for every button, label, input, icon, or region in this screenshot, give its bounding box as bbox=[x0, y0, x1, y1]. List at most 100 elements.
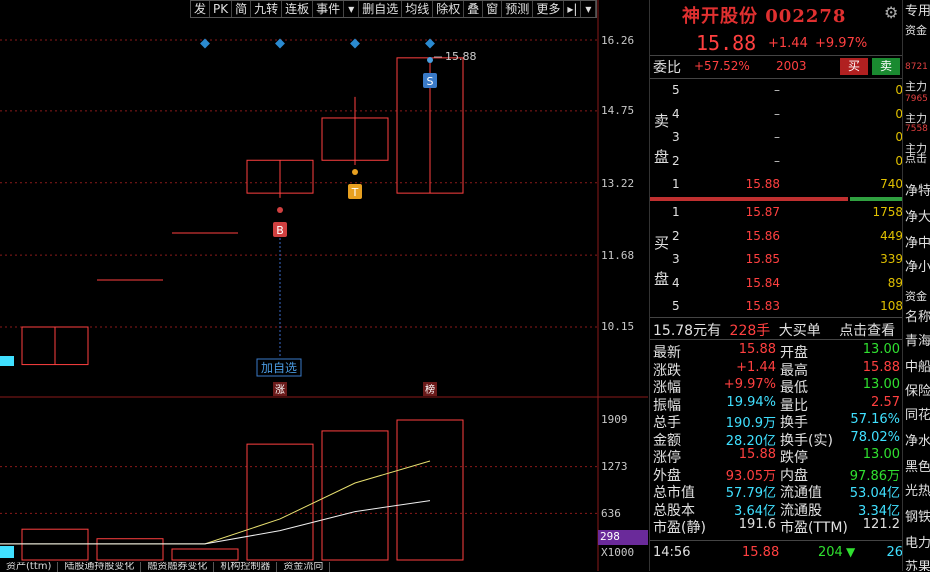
orderbook-row[interactable]: 5 15.83 108 bbox=[650, 299, 903, 319]
stat-value: 13.00 bbox=[862, 342, 900, 357]
left-edge-marker bbox=[0, 546, 14, 558]
stock-title: 神开股份 002278 bbox=[682, 6, 847, 27]
price-change-pct: +9.97% bbox=[815, 36, 868, 51]
stat-value: 15.88 bbox=[738, 342, 776, 357]
toolbar-item[interactable]: 叠 bbox=[464, 1, 484, 17]
stat-value: 3.64亿 bbox=[734, 503, 776, 519]
far-right-item: 7965 bbox=[905, 94, 928, 104]
toolbar-item[interactable]: 更多 bbox=[533, 1, 565, 17]
tick-time: 14:56 bbox=[653, 545, 691, 560]
kline-chart-area[interactable]: 15.88 S T B 加自选涨榜 发 PK 简九转 连板 事件 ▾ 删自选 均线 除权叠窗预测 更多 ▸|… bbox=[0, 0, 648, 572]
weibi-diff: 2003 bbox=[776, 59, 807, 73]
volume-axis-label: 1273 bbox=[601, 460, 628, 473]
stat-row: 总股本 3.64亿 流通股 3.34亿 bbox=[650, 500, 903, 519]
far-right-item: 净特 bbox=[905, 184, 930, 199]
stat-value: +1.44 bbox=[736, 359, 776, 375]
far-right-item: 8721 bbox=[905, 62, 928, 72]
stat-value: 15.88 bbox=[862, 359, 900, 375]
stat-value: +9.97% bbox=[723, 377, 776, 392]
volume-bar bbox=[246, 443, 314, 561]
orderbook-price: 15.84 bbox=[745, 275, 780, 290]
orderbook-volume: 0 bbox=[895, 153, 903, 168]
orderbook-row[interactable]: 5 – 0 bbox=[650, 83, 903, 103]
stat-value: 19.94% bbox=[726, 394, 776, 410]
orderbook-row[interactable]: 3 – 0 bbox=[650, 130, 903, 150]
orderbook-row[interactable]: 2 – 0 bbox=[650, 154, 903, 174]
stat-row: 最新 15.88 开盘 13.00 bbox=[650, 342, 903, 361]
tick-count: 26 bbox=[886, 545, 903, 560]
stat-row: 金额 28.20亿 换手(实) 78.02% bbox=[650, 429, 903, 449]
volume-bar bbox=[321, 430, 389, 561]
far-right-item: 钢铁 bbox=[905, 510, 930, 525]
orderbook-row[interactable]: 4 – 0 bbox=[650, 107, 903, 127]
stat-row: 总手 190.9万 换手 57.16% bbox=[650, 412, 903, 431]
b-marker-text: B bbox=[276, 224, 284, 237]
orderbook-row[interactable]: 2 15.86 449 bbox=[650, 229, 903, 249]
stat-value: 190.9万 bbox=[725, 416, 776, 431]
divider bbox=[650, 339, 903, 340]
orderbook-volume: 0 bbox=[895, 83, 903, 97]
far-right-item: 资金 bbox=[905, 24, 927, 37]
orderbook-volume: 1758 bbox=[872, 205, 903, 219]
orderbook-volume: 339 bbox=[880, 252, 903, 266]
toolbar-item[interactable]: 删自选 bbox=[359, 1, 403, 17]
volume-bar bbox=[396, 419, 464, 561]
toolbar-item[interactable]: 预测 bbox=[502, 1, 534, 17]
toolbar-item[interactable]: PK bbox=[210, 1, 233, 17]
stat-label: 市盈(静) bbox=[653, 520, 706, 536]
toolbar-item[interactable]: 除权 bbox=[433, 1, 465, 17]
stat-row: 总市值 57.79亿 流通值 53.04亿 bbox=[650, 482, 903, 501]
toolbar-item[interactable]: 均线 bbox=[402, 1, 434, 17]
far-right-item: 保险 bbox=[905, 384, 930, 399]
sell-button[interactable]: 卖 bbox=[872, 58, 900, 75]
orderbook-row[interactable]: 4 15.84 89 bbox=[650, 276, 903, 296]
volume-bar bbox=[171, 548, 239, 561]
divider bbox=[650, 540, 903, 541]
far-right-item: 苏果 bbox=[905, 560, 930, 571]
toolbar-item[interactable]: ▾ bbox=[581, 1, 597, 17]
stat-value: 2.57 bbox=[871, 394, 900, 410]
orderbook-volume: 740 bbox=[880, 177, 903, 191]
toolbar-item[interactable]: 连板 bbox=[282, 1, 314, 17]
stat-value: 121.2 bbox=[862, 517, 900, 532]
price-axis-label: 10.15 bbox=[601, 320, 635, 333]
price-change: +1.44 bbox=[768, 36, 808, 51]
far-right-item: 净大 bbox=[905, 210, 930, 225]
toolbar-item[interactable]: 事件 bbox=[313, 1, 345, 17]
stat-value: 13.00 bbox=[862, 377, 900, 392]
orderbook-volume: 449 bbox=[880, 228, 903, 243]
toolbar-item[interactable]: 窗 bbox=[483, 1, 503, 17]
left-edge-marker bbox=[0, 356, 14, 366]
chart-toolbar: 发 PK 简九转 连板 事件 ▾ 删自选 均线 除权叠窗预测 更多 ▸| ▾ bbox=[190, 0, 598, 18]
stat-row: 涨跌 +1.44 最高 15.88 bbox=[650, 359, 903, 379]
orderbook-level: 3 bbox=[672, 252, 680, 266]
buy-button[interactable]: 买 bbox=[840, 58, 868, 75]
kline-chart[interactable]: 15.88 S T B 加自选涨 榜 bbox=[0, 0, 648, 571]
volume-axis-label: 636 bbox=[601, 507, 621, 520]
toolbar-item[interactable]: ▸| bbox=[564, 1, 582, 17]
t-marker-text: T bbox=[351, 186, 359, 199]
stat-value: 78.02% bbox=[850, 429, 900, 445]
toolbar-item[interactable]: ▾ bbox=[344, 1, 360, 17]
big-order-link[interactable]: 点击查看 bbox=[839, 323, 895, 339]
orderbook-price: – bbox=[774, 83, 780, 97]
bang-text: 榜 bbox=[425, 383, 435, 396]
toolbar-item[interactable]: 九转 bbox=[251, 1, 283, 17]
orderbook-price: 15.86 bbox=[745, 228, 780, 243]
gear-icon[interactable]: ⚙ bbox=[884, 3, 898, 22]
far-right-item: 资金 bbox=[905, 290, 927, 303]
tick-vol: 204 bbox=[818, 545, 843, 560]
orderbook-row[interactable]: 1 15.88 740 bbox=[650, 177, 903, 197]
toolbar-item[interactable]: 发 bbox=[191, 1, 211, 17]
current-volume-label: 298 bbox=[598, 530, 648, 545]
orderbook-level: 5 bbox=[672, 83, 680, 97]
orderbook-row[interactable]: 1 15.87 1758 bbox=[650, 205, 903, 225]
far-right-item: 中船 bbox=[905, 360, 930, 375]
stat-value: 93.05万 bbox=[725, 468, 776, 484]
t-point-icon bbox=[352, 169, 358, 175]
orderbook-row[interactable]: 3 15.85 339 bbox=[650, 252, 903, 272]
volume-ma-line bbox=[0, 500, 431, 545]
divider bbox=[650, 55, 903, 56]
stat-value: 15.88 bbox=[738, 447, 776, 462]
toolbar-item[interactable]: 简 bbox=[232, 1, 252, 17]
